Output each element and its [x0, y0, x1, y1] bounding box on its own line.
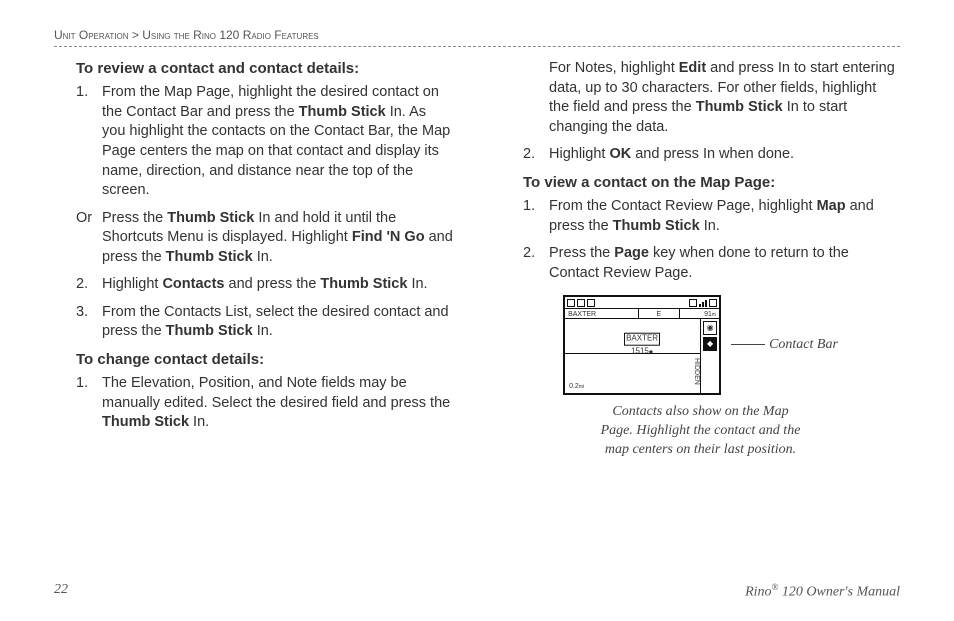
- step-text: Highlight OK and press In when done.: [549, 145, 900, 165]
- step-number: 3.: [76, 303, 102, 342]
- heading-change-contact: To change contact details:: [76, 350, 453, 370]
- contact-bar-item: ◉: [703, 321, 717, 335]
- step-text: From the Contacts List, select the desir…: [102, 303, 453, 342]
- step-number: 1.: [76, 83, 102, 200]
- content-columns: To review a contact and contact details:…: [54, 59, 900, 460]
- page-footer: 22 Rino® 120 Owner's Manual: [54, 582, 900, 601]
- contact-bar-icons: ◉ ◆: [703, 321, 717, 351]
- breadcrumb-sub: Using the Rino 120 Radio Features: [142, 28, 319, 42]
- status-icon: [689, 299, 697, 307]
- list-item: 2. Highlight OK and press In when done.: [523, 145, 900, 165]
- step-number: 1.: [76, 374, 102, 433]
- continuation-text: For Notes, highlight Edit and press In t…: [549, 59, 900, 137]
- step-number: 2.: [523, 145, 549, 165]
- callout-contact-bar: Contact Bar: [769, 337, 838, 352]
- breadcrumb-section: Unit Operation: [54, 28, 129, 42]
- figure-status-bar: [565, 297, 719, 309]
- direction-field: E: [639, 309, 680, 318]
- status-icon: [567, 299, 575, 307]
- list-item: 1. From the Contact Review Page, highlig…: [523, 197, 900, 236]
- list-item: Or Press the Thumb Stick In and hold it …: [76, 209, 453, 268]
- step-number: 2.: [76, 275, 102, 295]
- left-column: To review a contact and contact details:…: [54, 59, 453, 460]
- step-text: From the Contact Review Page, highlight …: [549, 197, 900, 236]
- figure-info-bar: BAXTER E 91m: [565, 309, 719, 319]
- step-number: 1.: [523, 197, 549, 236]
- step-text: Highlight Contacts and press the Thumb S…: [102, 275, 453, 295]
- map-contact-name: BAXTER: [624, 333, 660, 346]
- map-contact-value: 1515: [631, 347, 649, 356]
- status-icon: [709, 299, 717, 307]
- breadcrumb: Unit Operation > Using the Rino 120 Radi…: [54, 28, 900, 47]
- list-item: 1. The Elevation, Position, and Note fie…: [76, 374, 453, 433]
- right-column: For Notes, highlight Edit and press In t…: [501, 59, 900, 460]
- signal-icon: [699, 299, 707, 307]
- step-text: Press the Thumb Stick In and hold it unt…: [102, 209, 453, 268]
- contact-bar-item-selected: ◆: [703, 337, 717, 351]
- step-or: Or: [76, 209, 102, 268]
- list-item: 2. Press the Page key when done to retur…: [523, 244, 900, 283]
- step-text: The Elevation, Position, and Note fields…: [102, 374, 453, 433]
- status-icon: [577, 299, 585, 307]
- figure-caption: Contacts also show on the Map Page. High…: [501, 403, 900, 460]
- contact-name-field: BAXTER: [565, 309, 639, 318]
- device-screen-figure: BAXTER E 91m ◉ ◆ BAXTER 1515⬥ 0.2mi HIDD…: [563, 295, 721, 395]
- callout-leader-line: [731, 344, 765, 345]
- step-text: From the Map Page, highlight the desired…: [102, 83, 453, 200]
- step-text: For Notes, highlight Edit and press In t…: [549, 59, 900, 137]
- breadcrumb-sep: >: [129, 28, 143, 42]
- step-number: 2.: [523, 244, 549, 283]
- list-item: 2. Highlight Contacts and press the Thum…: [76, 275, 453, 295]
- figure-wrapper: BAXTER E 91m ◉ ◆ BAXTER 1515⬥ 0.2mi HIDD…: [501, 295, 900, 395]
- callout-group: Contact Bar: [731, 335, 838, 355]
- distance-field: 91: [704, 311, 712, 318]
- status-icon: [587, 299, 595, 307]
- step-text: Press the Page key when done to return t…: [549, 244, 900, 283]
- map-scale: 0.2mi: [569, 382, 584, 391]
- page-number: 22: [54, 582, 68, 601]
- manual-title: Rino® 120 Owner's Manual: [745, 582, 900, 601]
- list-item: 3. From the Contacts List, select the de…: [76, 303, 453, 342]
- list-item: 1. From the Map Page, highlight the desi…: [76, 83, 453, 200]
- heading-review-contact: To review a contact and contact details:: [76, 59, 453, 79]
- distance-unit: m: [712, 312, 716, 318]
- heading-view-contact: To view a contact on the Map Page:: [523, 173, 900, 193]
